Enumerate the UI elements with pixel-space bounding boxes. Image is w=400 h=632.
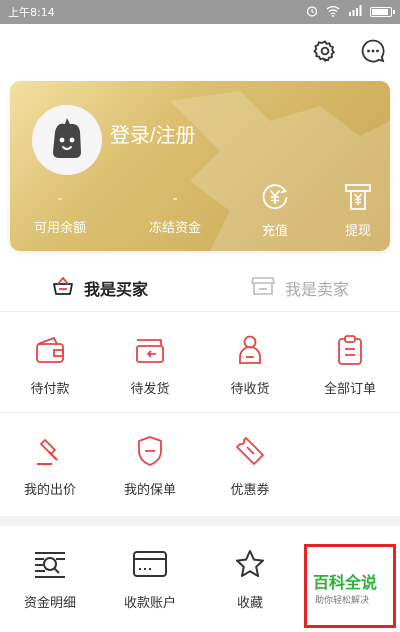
my-bids-item[interactable]: 我的出价: [0, 413, 100, 516]
recharge-button[interactable]: 充值: [245, 182, 305, 239]
my-policies-label: 我的保单: [123, 483, 176, 498]
login-register-link[interactable]: 登录/注册: [110, 119, 196, 148]
payee-accounts-label: 收款账户: [123, 596, 176, 611]
ship-box-icon: [134, 332, 166, 368]
store-icon: [251, 276, 275, 300]
gear-icon[interactable]: [312, 38, 338, 64]
all-orders-item[interactable]: 全部订单: [300, 312, 400, 412]
auction-hammer-icon: [34, 433, 66, 469]
recharge-yen-icon: [245, 182, 305, 212]
frozen-funds-label: 冻结资金: [148, 221, 201, 236]
pending-shipment-label: 待发货: [130, 382, 170, 397]
available-balance-value: -: [57, 191, 63, 207]
signal-icon: [348, 5, 362, 19]
payee-accounts-item[interactable]: 收款账户: [100, 526, 200, 632]
my-bids-label: 我的出价: [23, 483, 76, 498]
status-time: 上午8:14: [8, 6, 55, 19]
status-bar: 上午8:14: [0, 0, 400, 24]
battery-icon: [370, 7, 395, 17]
favorites-item[interactable]: 收藏: [200, 526, 300, 632]
receiver-person-icon: [235, 332, 265, 368]
withdraw-button[interactable]: 提现: [328, 182, 388, 239]
watermark-title: 百科全说: [313, 573, 378, 592]
available-balance[interactable]: - 可用余额: [10, 191, 110, 236]
fund-details-label: 资金明细: [23, 596, 76, 611]
bank-card-icon: [132, 546, 168, 582]
frozen-funds-value: -: [172, 191, 178, 207]
avatar-mascot-icon: [53, 118, 81, 158]
coupons-item[interactable]: 优惠券: [200, 413, 300, 516]
favorites-label: 收藏: [236, 596, 263, 611]
tab-buyer[interactable]: 我是买家: [0, 264, 200, 311]
pending-shipment-item[interactable]: 待发货: [100, 312, 200, 412]
fund-detail-icon: [32, 546, 68, 582]
shield-icon: [135, 433, 165, 469]
alarm-icon: [306, 5, 318, 20]
chat-bubble-icon[interactable]: [360, 38, 386, 64]
star-icon: [234, 546, 266, 582]
pending-payment-label: 待付款: [30, 382, 70, 397]
pending-receipt-item[interactable]: 待收货: [200, 312, 300, 412]
role-tabs: 我是买家 我是卖家: [0, 264, 400, 312]
tab-seller[interactable]: 我是卖家: [200, 264, 400, 311]
fund-details-item[interactable]: 资金明细: [0, 526, 100, 632]
basket-icon: [52, 276, 74, 300]
account-header: 登录/注册 - 可用余额 - 冻结资金 充值 提现: [0, 24, 400, 264]
order-status-grid: 待付款 待发货 待收货 全部订单: [0, 312, 400, 412]
service-grid: 我的出价 我的保单 优惠券: [0, 413, 400, 516]
clipboard-list-icon: [336, 332, 364, 368]
coupons-label: 优惠券: [230, 483, 270, 498]
system-icons: [306, 5, 395, 20]
avatar[interactable]: [32, 105, 102, 175]
tab-buyer-label: 我是买家: [83, 279, 148, 299]
available-balance-label: 可用余额: [33, 221, 86, 236]
watermark-logo: 百科全说 助你轻松解决: [304, 544, 396, 628]
coupon-ticket-icon: [234, 433, 266, 469]
withdraw-label: 提现: [344, 224, 371, 239]
pending-receipt-label: 待收货: [230, 382, 270, 397]
withdraw-atm-icon: [328, 182, 388, 212]
wifi-icon: [326, 5, 340, 20]
pending-payment-item[interactable]: 待付款: [0, 312, 100, 412]
my-policies-item[interactable]: 我的保单: [100, 413, 200, 516]
account-card: 登录/注册 - 可用余额 - 冻结资金 充值 提现: [10, 81, 390, 251]
section-gap: [0, 516, 400, 526]
frozen-funds[interactable]: - 冻结资金: [125, 191, 225, 236]
tab-seller-label: 我是卖家: [284, 279, 349, 299]
all-orders-label: 全部订单: [323, 382, 376, 397]
wallet-icon: [34, 332, 66, 368]
watermark-subtitle: 助你轻松解决: [315, 596, 370, 606]
recharge-label: 充值: [261, 224, 288, 239]
